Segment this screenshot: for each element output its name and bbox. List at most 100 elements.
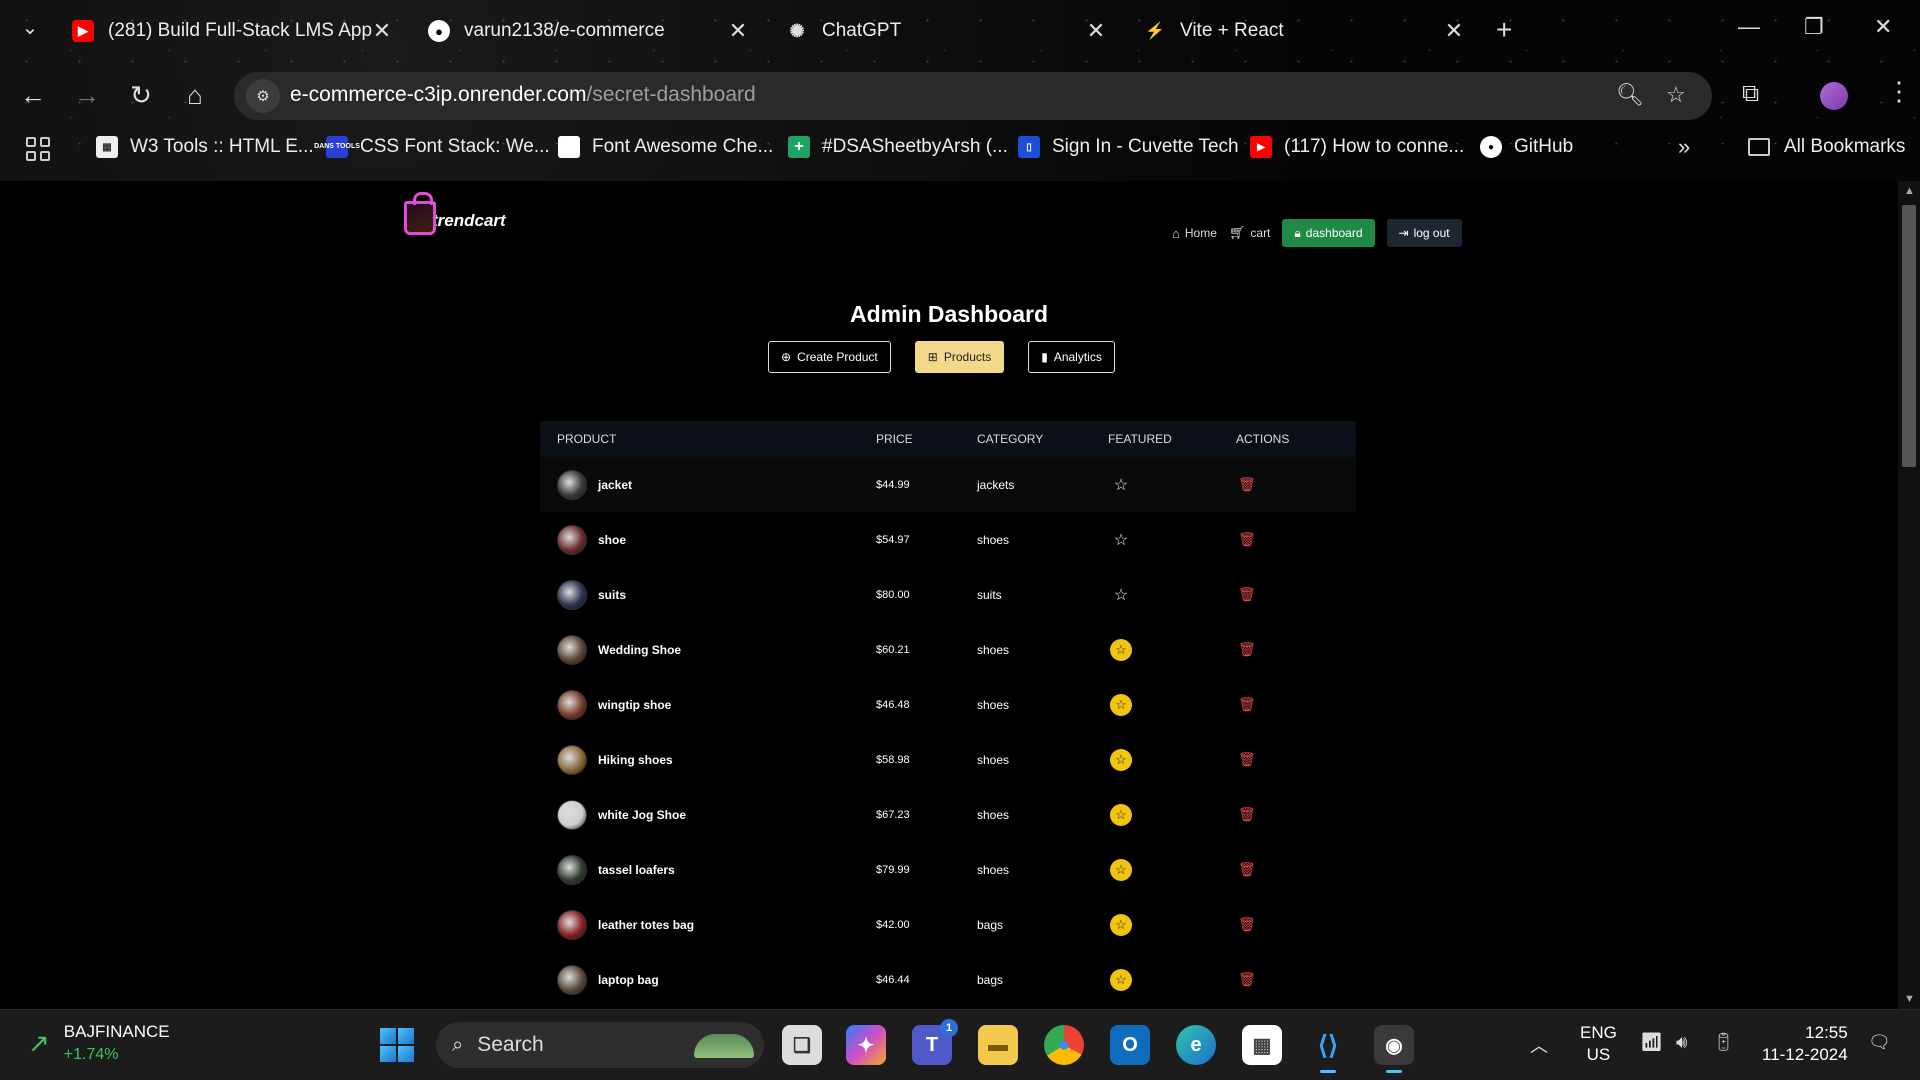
logout-button[interactable]: ⇥ log out	[1386, 219, 1462, 247]
page-scrollbar[interactable]: ▲ ▼	[1898, 181, 1920, 1009]
scroll-thumb[interactable]	[1902, 205, 1916, 467]
close-tab-icon[interactable]: ✕	[1442, 18, 1466, 44]
delete-trash-icon[interactable]: 🗑︎	[1238, 641, 1256, 657]
volume-icon[interactable]: 🔊︎	[1676, 1032, 1687, 1053]
delete-trash-icon[interactable]: 🗑︎	[1238, 531, 1256, 547]
tab-analytics[interactable]: ▮ Analytics	[1028, 341, 1115, 373]
chrome-icon[interactable]: ●	[1044, 1025, 1084, 1065]
new-tab-icon[interactable]: +	[1496, 14, 1512, 46]
language-indicator[interactable]: ENG US	[1580, 1022, 1617, 1066]
product-category: bags	[977, 972, 1004, 987]
scroll-down-icon[interactable]: ▼	[1904, 993, 1915, 1005]
tab-products[interactable]: ⊞ Products	[914, 341, 1005, 373]
profile-avatar[interactable]	[1820, 82, 1848, 110]
bookmark-star-icon[interactable]: ☆	[1666, 82, 1686, 108]
all-bookmarks-button[interactable]: All Bookmarks	[1748, 136, 1905, 158]
vscode-icon[interactable]: ⟨⟩	[1308, 1025, 1348, 1073]
close-tab-icon[interactable]: ✕	[726, 18, 750, 44]
back-icon[interactable]: ←	[16, 78, 50, 112]
more-menu-icon[interactable]: ⋮	[1886, 76, 1912, 107]
forward-icon[interactable]: →	[70, 78, 104, 112]
delete-trash-icon[interactable]: 🗑︎	[1238, 751, 1256, 767]
featured-star-icon[interactable]: ☆	[1110, 803, 1132, 826]
delete-trash-icon[interactable]: 🗑︎	[1238, 476, 1256, 492]
show-hidden-icons-icon[interactable]: ︿	[1530, 1032, 1548, 1058]
featured-star-icon[interactable]: ☆	[1110, 638, 1132, 661]
extensions-icon[interactable]: ⧉	[1742, 80, 1759, 108]
bookmark-item[interactable]: ▯ Sign In - Cuvette Tech	[1018, 136, 1239, 158]
close-tab-icon[interactable]: ✕	[1084, 18, 1108, 44]
star-outline-icon[interactable]: ☆	[1111, 475, 1131, 495]
file-explorer-icon[interactable]: ▬	[978, 1025, 1018, 1065]
scroll-up-icon[interactable]: ▲	[1904, 185, 1915, 197]
shopping-bag-icon	[404, 192, 436, 235]
bookmark-item[interactable]: ▶ (117) How to conne...	[1250, 136, 1464, 158]
site-info-icon[interactable]: ⚙	[246, 79, 280, 113]
bookmark-item[interactable]: DANS TOOLS CSS Font Stack: We...	[314, 136, 550, 158]
featured-star-icon[interactable]: ☆	[1110, 748, 1132, 771]
featured-star-icon[interactable]: ☆	[1110, 968, 1132, 991]
delete-trash-icon[interactable]: 🗑︎	[1238, 861, 1256, 877]
nav-cart-link[interactable]: 🛒︎ cart	[1229, 225, 1271, 241]
tab-strip: ⌄ ▶ (281) Build Full-Stack LMS App ✕ ● v…	[0, 0, 1920, 62]
teams-icon[interactable]: T1	[912, 1019, 958, 1065]
home-icon: ⌂	[1172, 225, 1180, 241]
delete-trash-icon[interactable]: 🗑︎	[1238, 916, 1256, 932]
apps-grid-icon[interactable]	[26, 137, 50, 161]
delete-trash-icon[interactable]: 🗑︎	[1238, 586, 1256, 602]
tab-create-product[interactable]: ⊕ Create Product	[768, 341, 891, 373]
featured-star-icon[interactable]: ☆	[1110, 693, 1132, 716]
home-icon[interactable]: ⌂	[178, 78, 212, 112]
tab-title: Vite + React	[1180, 20, 1284, 41]
stock-widget[interactable]: ↗ BAJFINANCE +1.74%	[28, 1022, 170, 1064]
browser-tab[interactable]: ▶ (281) Build Full-Stack LMS App ✕	[72, 12, 394, 50]
browser-tab[interactable]: ⚡ Vite + React ✕	[1144, 12, 1466, 50]
task-view-icon[interactable]: ❏	[782, 1025, 822, 1065]
notifications-icon[interactable]: 🗨︎	[1868, 1032, 1891, 1053]
wifi-icon[interactable]: 📶︎	[1640, 1032, 1663, 1053]
address-bar[interactable]: ⚙ e-commerce-c3ip.onrender.com/secret-da…	[234, 72, 1712, 120]
tab-search-chevron-icon[interactable]: ⌄	[18, 16, 42, 40]
start-windows-icon[interactable]	[380, 1028, 414, 1062]
bookmark-item[interactable]: ▦ W3 Tools :: HTML E...	[96, 136, 314, 158]
bookmarks-bar: ▦ W3 Tools :: HTML E... DANS TOOLS CSS F…	[0, 132, 1920, 166]
browser-tab[interactable]: ● varun2138/e-commerce ✕	[428, 12, 750, 50]
featured-star-icon[interactable]: ☆	[1110, 913, 1132, 936]
product-category: shoes	[977, 532, 1010, 547]
delete-trash-icon[interactable]: 🗑︎	[1238, 696, 1256, 712]
bookmark-item[interactable]: Font Awesome Che...	[558, 136, 773, 158]
bookmark-item[interactable]: ● GitHub	[1480, 136, 1573, 158]
edge-icon[interactable]: e	[1176, 1025, 1216, 1065]
battery-icon[interactable]: 🔋︎	[1712, 1032, 1735, 1053]
actions-cell: 🗑︎	[1236, 861, 1356, 878]
nav-home-link[interactable]: ⌂ Home	[1172, 226, 1217, 241]
star-outline-icon[interactable]: ☆	[1111, 585, 1131, 605]
star-outline-icon[interactable]: ☆	[1111, 530, 1131, 550]
bookmarks-overflow-icon[interactable]: »	[1678, 134, 1690, 160]
chrome-profile-icon[interactable]: ◉	[1374, 1025, 1414, 1073]
outlook-icon[interactable]: O	[1110, 1025, 1150, 1065]
delete-trash-icon[interactable]: 🗑︎	[1238, 971, 1256, 987]
product-category: shoes	[977, 807, 1010, 822]
featured-star-icon[interactable]: ☆	[1110, 858, 1132, 881]
actions-cell: 🗑︎	[1236, 476, 1356, 493]
close-window-icon[interactable]: ✕	[1874, 14, 1892, 40]
delete-trash-icon[interactable]: 🗑︎	[1238, 806, 1256, 822]
restore-icon[interactable]: ❐	[1804, 14, 1824, 40]
product-cell: Hiking shoes	[540, 744, 876, 775]
minimize-icon[interactable]: —	[1738, 14, 1760, 40]
zoom-icon[interactable]: 🔍︎	[1616, 82, 1644, 108]
product-thumbnail	[557, 634, 587, 665]
microsoft-store-icon[interactable]: ▦	[1242, 1025, 1282, 1065]
nav-dashboard-button[interactable]: 🔒︎ dashboard	[1282, 219, 1375, 247]
bookmark-item[interactable]: + #DSASheetbyArsh (...	[788, 136, 1008, 158]
taskbar-search[interactable]: ⌕ Search	[436, 1022, 764, 1068]
copilot-icon[interactable]: ✦	[846, 1025, 886, 1065]
reload-icon[interactable]: ↻	[124, 78, 158, 112]
column-header: CATEGORY	[977, 432, 1044, 446]
browser-tab[interactable]: ✺ ChatGPT ✕	[786, 12, 1108, 50]
close-tab-icon[interactable]: ✕	[370, 18, 394, 44]
site-logo[interactable]: trendcart	[404, 192, 506, 235]
url-text[interactable]: e-commerce-c3ip.onrender.com/secret-dash…	[290, 83, 756, 107]
system-clock[interactable]: 12:55 11-12-2024	[1762, 1022, 1848, 1066]
